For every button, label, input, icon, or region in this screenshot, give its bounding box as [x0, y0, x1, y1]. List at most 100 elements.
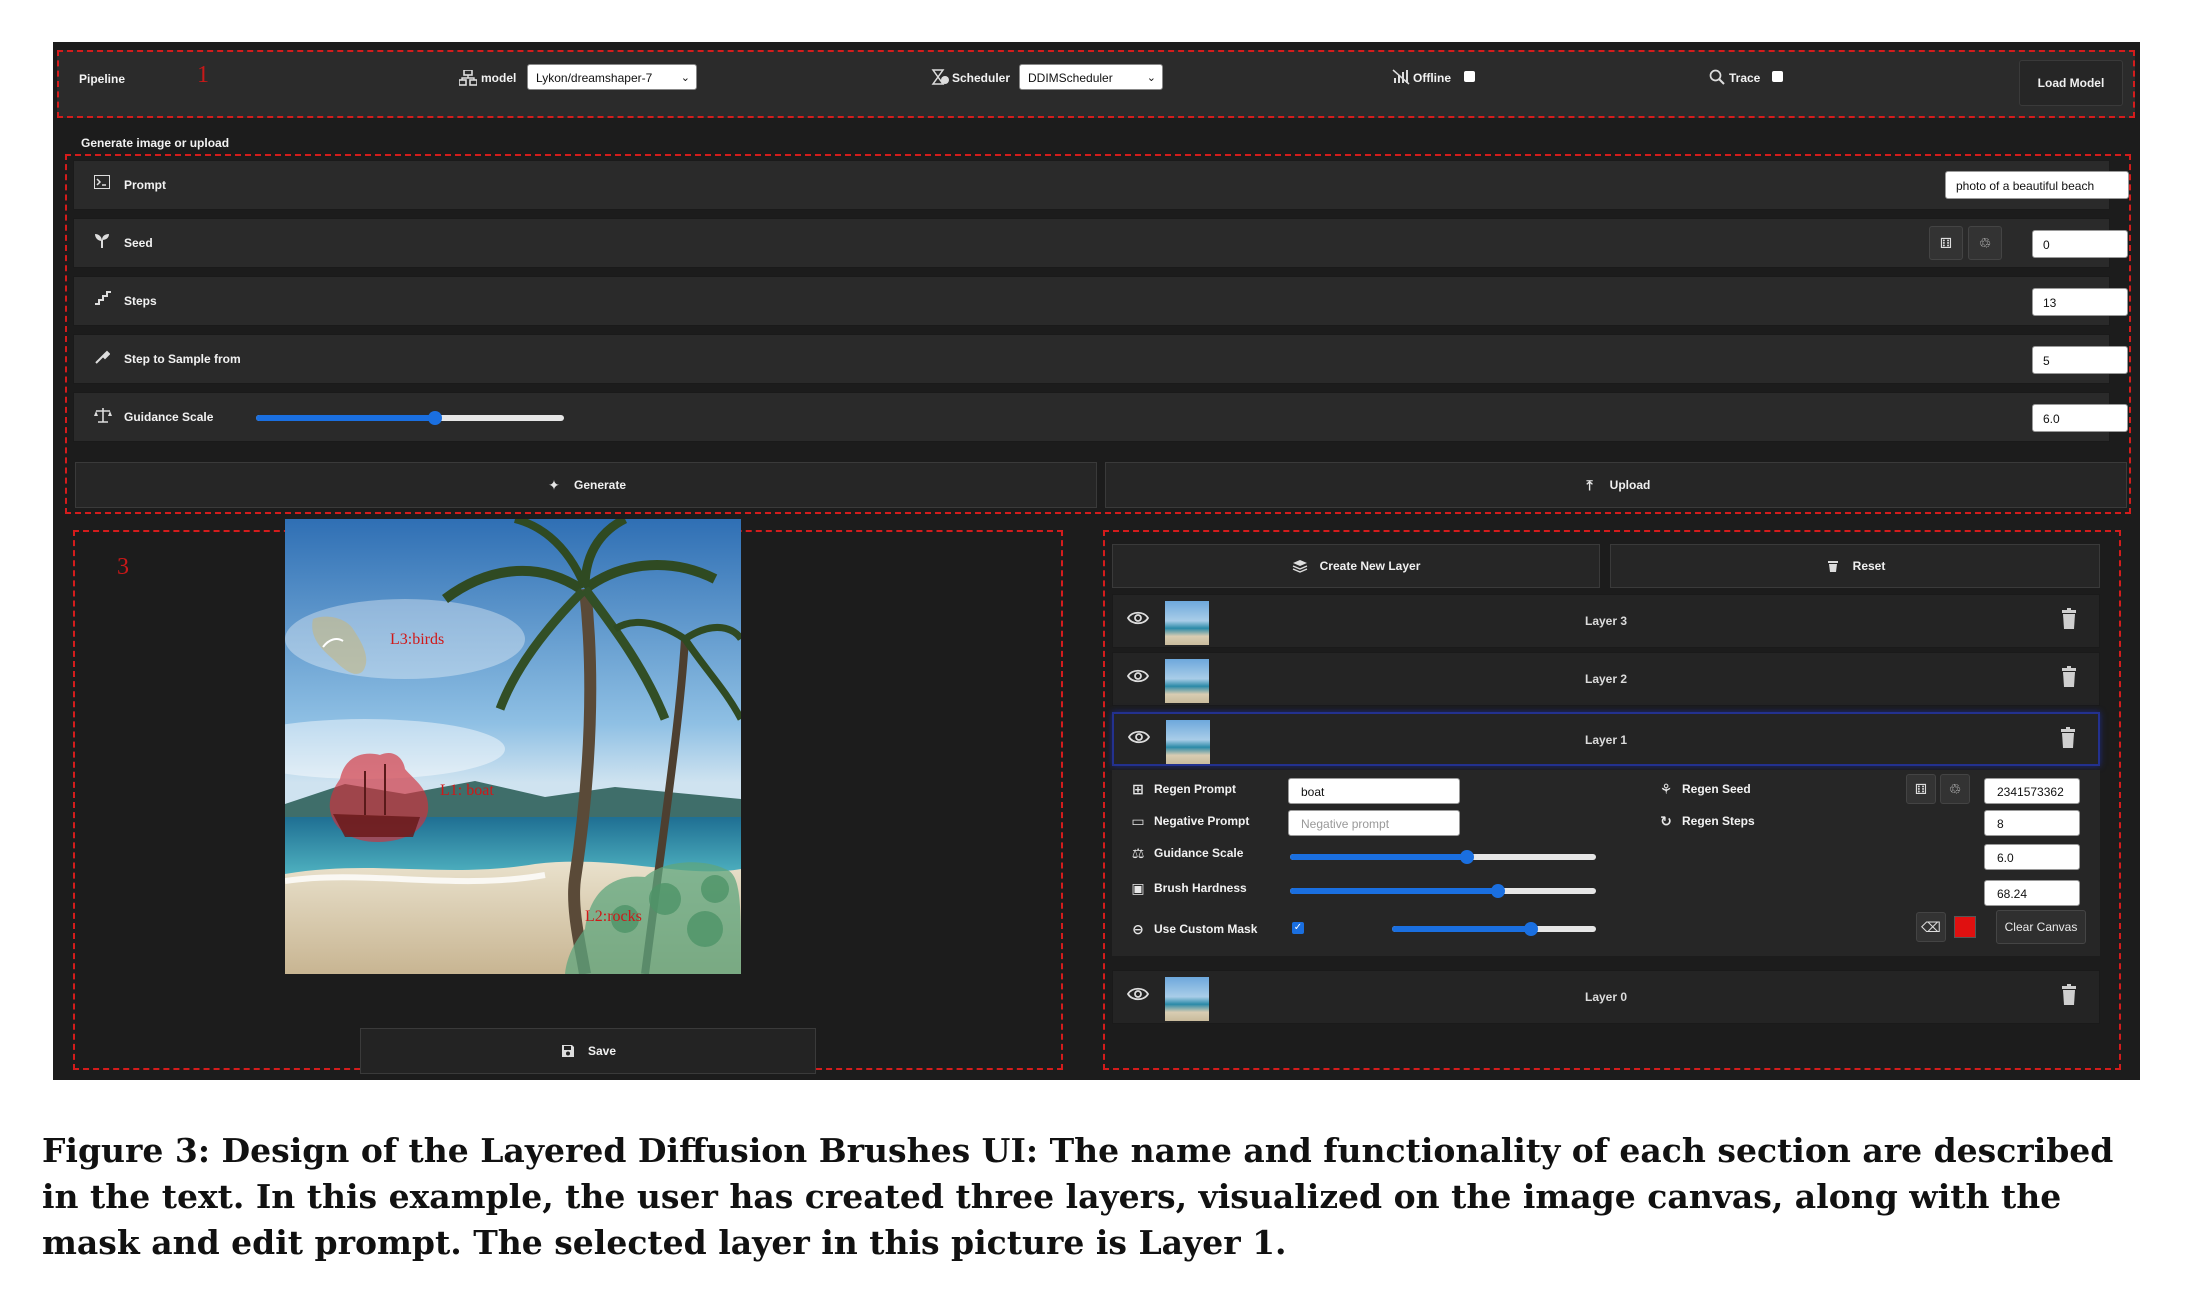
- layer-name: Layer 1: [1584, 733, 1628, 747]
- steps-input[interactable]: 13: [2032, 288, 2128, 316]
- section-number-1: 1: [197, 62, 209, 88]
- sprout-icon: ⚘: [1659, 781, 1673, 797]
- save-icon: [560, 1044, 576, 1058]
- regen-seed-field-label: ⚘ Regen Seed: [1658, 782, 1751, 796]
- edit-guidance-input[interactable]: 6.0: [1984, 844, 2080, 870]
- edit-guidance-slider[interactable]: [1290, 850, 1596, 864]
- generate-section-title: Generate image or upload: [81, 136, 230, 150]
- beach-image: [285, 519, 741, 974]
- offline-checkbox[interactable]: [1464, 71, 1475, 82]
- guidance-slider-thumb[interactable]: [427, 411, 442, 425]
- negative-prompt-label: Negative Prompt: [1154, 814, 1250, 828]
- generate-label: Generate: [573, 478, 627, 492]
- eraser-icon[interactable]: ⌫: [1916, 912, 1946, 942]
- scheduler-label: Scheduler: [952, 71, 1011, 85]
- regen-seed-label: Regen Seed: [1682, 782, 1751, 796]
- scale-icon: ⚖: [1131, 845, 1145, 861]
- layer-row[interactable]: Layer 0: [1112, 970, 2100, 1024]
- model-icon: [458, 69, 478, 86]
- mask-size-slider[interactable]: [1392, 922, 1596, 936]
- trash-icon[interactable]: [2060, 727, 2076, 754]
- image-canvas[interactable]: L3:birds L1: boat L2:rocks: [285, 519, 741, 974]
- dice-icon[interactable]: ⚅: [1929, 226, 1963, 260]
- reset-button[interactable]: Reset: [1610, 544, 2100, 588]
- section-number-3: 3: [117, 554, 129, 580]
- layer-row[interactable]: Layer 3: [1112, 594, 2100, 648]
- regen-prompt-input[interactable]: boat: [1288, 778, 1460, 804]
- model-select[interactable]: Lykon/dreamshaper-7 ⌄: [527, 64, 697, 90]
- trace-label: Trace: [1729, 71, 1761, 85]
- annotation-l3: L3:birds: [390, 631, 445, 648]
- scheduler-select-value: DDIMScheduler: [1028, 71, 1113, 85]
- regen-prompt-field-label: ⊞ Regen Prompt: [1130, 782, 1236, 796]
- clear-canvas-button[interactable]: Clear Canvas: [1996, 910, 2086, 944]
- guidance-slider-fill: [256, 415, 435, 421]
- layer-row[interactable]: Layer 2: [1112, 652, 2100, 706]
- regen-prompt-label: Regen Prompt: [1154, 782, 1237, 796]
- offline-label: Offline: [1413, 71, 1451, 85]
- upload-icon: ⤒: [1586, 477, 1593, 493]
- negative-prompt-input[interactable]: Negative prompt: [1288, 810, 1460, 836]
- brush-hardness-slider-thumb[interactable]: [1491, 884, 1506, 898]
- recycle-icon[interactable]: ♲: [1940, 774, 1970, 804]
- offline-icon: [1392, 69, 1410, 85]
- seed-label: Seed: [124, 236, 153, 250]
- mask-size-slider-thumb[interactable]: [1523, 922, 1538, 936]
- pipeline-title: Pipeline: [79, 72, 126, 86]
- seed-input[interactable]: 0: [2032, 230, 2128, 258]
- guidance-input[interactable]: 6.0: [2032, 404, 2128, 432]
- brush-color-swatch[interactable]: [1954, 916, 1976, 938]
- layer-row-selected[interactable]: Layer 1: [1112, 712, 2100, 766]
- regen-seed-input[interactable]: 2341573362: [1984, 778, 2080, 804]
- layer-name: Layer 0: [1584, 990, 1628, 1004]
- upload-button[interactable]: ⤒ Upload: [1105, 462, 2127, 508]
- prompt-label: Prompt: [124, 178, 166, 192]
- annotation-l1: L1: boat: [440, 782, 494, 799]
- save-button[interactable]: Save: [360, 1028, 816, 1074]
- chat-icon: ▭: [1131, 813, 1145, 829]
- step-sample-row: Step to Sample from 5: [73, 334, 2128, 384]
- edit-guidance-label: Guidance Scale: [1154, 846, 1244, 860]
- scale-icon: [94, 407, 112, 423]
- brush-hardness-field-label: ▣ Brush Hardness: [1130, 881, 1247, 895]
- layer-edit-panel: ⊞ Regen Prompt boat ▭ Negative Prompt Ne…: [1112, 770, 2100, 956]
- guidance-row: Guidance Scale 6.0: [73, 392, 2128, 442]
- prompt-input[interactable]: photo of a beautiful beach: [1945, 171, 2129, 199]
- regen-steps-input[interactable]: 8: [1984, 810, 2080, 836]
- guidance-label: Guidance Scale: [124, 410, 214, 424]
- trash-icon[interactable]: [2061, 666, 2077, 693]
- annotation-l2: L2:rocks: [585, 908, 642, 925]
- save-label: Save: [587, 1044, 617, 1058]
- scheduler-select[interactable]: DDIMScheduler ⌄: [1019, 64, 1163, 90]
- trace-checkbox[interactable]: [1772, 71, 1783, 82]
- trash-icon[interactable]: [2061, 608, 2077, 635]
- load-model-button[interactable]: Load Model: [2019, 60, 2123, 106]
- edit-guidance-slider-thumb[interactable]: [1460, 850, 1475, 864]
- brush-hardness-slider-fill: [1290, 888, 1499, 894]
- chat-plus-icon: ⊞: [1132, 781, 1144, 797]
- seed-row: Seed ⚅ ♲ 0: [73, 218, 2128, 268]
- edit-guidance-slider-fill: [1290, 854, 1468, 860]
- chevron-down-icon: ⌄: [680, 72, 690, 84]
- trash-icon: [1825, 559, 1841, 573]
- custom-mask-field-label: ⊖ Use Custom Mask: [1130, 922, 1257, 936]
- sparkle-icon: ✦: [548, 477, 560, 493]
- negative-prompt-field-label: ▭ Negative Prompt: [1130, 814, 1249, 828]
- brush-hardness-input[interactable]: 68.24: [1984, 880, 2080, 906]
- brush-hardness-label: Brush Hardness: [1154, 881, 1247, 895]
- generate-button[interactable]: ✦ Generate: [75, 462, 1097, 508]
- trash-icon[interactable]: [2061, 984, 2077, 1011]
- step-sample-input[interactable]: 5: [2032, 346, 2128, 374]
- mask-icon: ⊖: [1132, 921, 1144, 937]
- layer-name: Layer 3: [1584, 614, 1628, 628]
- create-layer-button[interactable]: Create New Layer: [1112, 544, 1600, 588]
- guidance-slider[interactable]: [256, 411, 564, 425]
- brush-hardness-slider[interactable]: [1290, 884, 1596, 898]
- recycle-icon[interactable]: ♲: [1968, 226, 2002, 260]
- custom-mask-checkbox[interactable]: ✓: [1292, 922, 1304, 934]
- mask-size-slider-fill: [1392, 926, 1531, 932]
- step-sample-label: Step to Sample from: [124, 352, 241, 366]
- upload-label: Upload: [1609, 478, 1651, 492]
- layer-name: Layer 2: [1584, 672, 1628, 686]
- dice-icon[interactable]: ⚅: [1906, 774, 1936, 804]
